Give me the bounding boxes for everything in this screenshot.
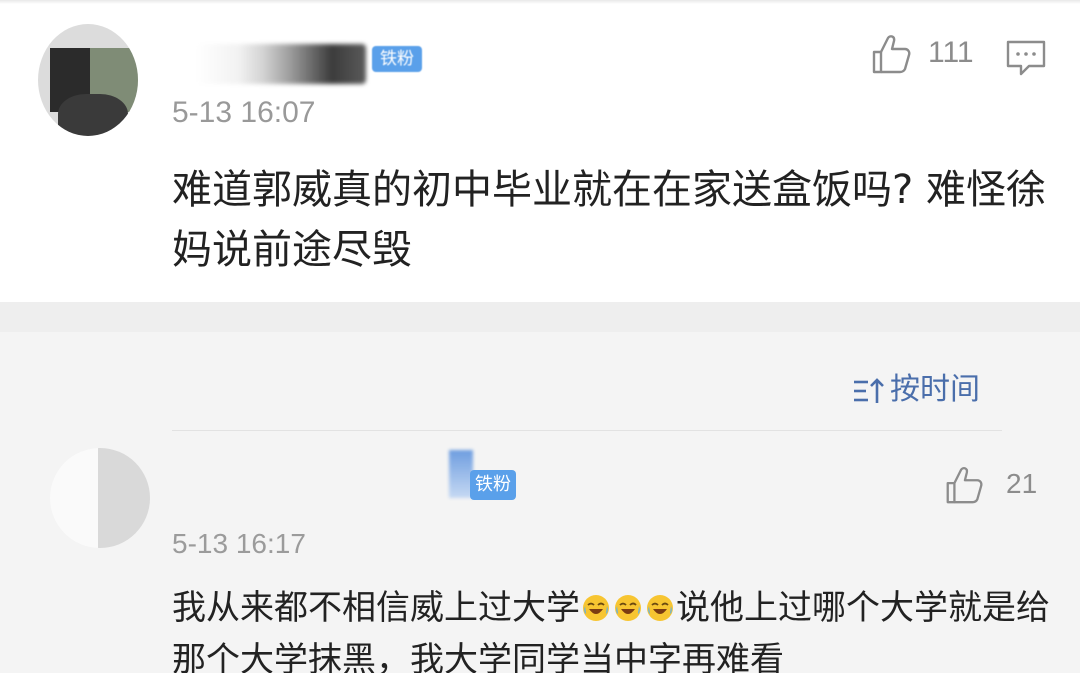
thumbs-up-icon[interactable] [942,464,984,506]
fan-badge: 铁粉 [372,46,422,72]
comment-card: 铁粉 5-13 16:07 111 难道郭威真的初中毕业就在在家送盒饭吗? 难怪… [0,0,1080,302]
fan-badge: 铁粉 [470,470,516,500]
laugh-cry-emoji-icon [615,595,641,621]
sort-icon [854,377,884,403]
laugh-cry-emoji-icon [583,595,609,621]
comment-text-part: 我从来都不相信威上过大学 [172,588,580,628]
laugh-cry-emoji-icon [647,595,673,621]
comment-time: 5-13 16:07 [172,96,316,129]
comment-time: 5-13 16:17 [172,528,306,559]
top-divider [0,0,1080,4]
reply-comment-icon[interactable] [1005,38,1047,78]
section-divider [0,302,1080,332]
like-count: 111 [928,36,974,69]
sort-label: 按时间 [890,372,980,407]
avatar[interactable] [50,448,150,548]
like-count: 21 [1006,468,1038,499]
comment-text: 难道郭威真的初中毕业就在在家送盒饭吗? 难怪徐妈说前途尽毁 [172,167,1046,273]
avatar[interactable] [38,24,138,136]
username-blurred[interactable] [196,44,366,84]
comment-text: 我从来都不相信威上过大学 说他上过哪个大学就是给那个大学抹黑，我大学同学当中字再难… [172,582,1052,673]
thumbs-up-icon[interactable] [868,32,912,76]
sort-by-time-button[interactable]: 按时间 [852,368,980,412]
comment-screen: 铁粉 5-13 16:07 111 难道郭威真的初中毕业就在在家送盒饭吗? 难怪… [0,0,1080,673]
divider [172,430,1002,431]
